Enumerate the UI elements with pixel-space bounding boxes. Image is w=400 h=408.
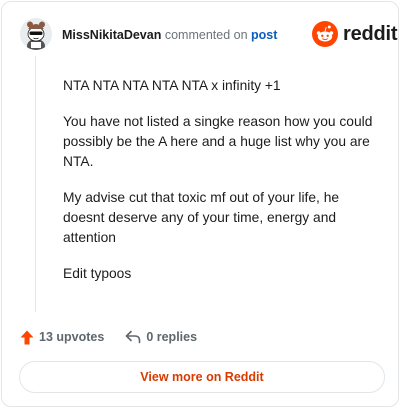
comment-paragraph: Edit typoos — [63, 266, 132, 281]
reddit-logo[interactable]: reddit — [312, 21, 398, 47]
comment-paragraph: You have not listed a singke reason how … — [63, 114, 373, 169]
commented-on-text: commented on — [164, 28, 248, 42]
post-link[interactable]: post — [251, 28, 277, 42]
reply-count: 0 replies — [146, 330, 198, 344]
comment-actions: 13 upvotes 0 replies — [20, 326, 197, 348]
upvote-button[interactable]: 13 upvotes — [20, 330, 104, 345]
snoo-avatar-icon — [20, 18, 52, 50]
reply-arrow-icon — [126, 330, 141, 344]
reply-button[interactable]: 0 replies — [125, 330, 197, 344]
comment-paragraph: My advise cut that toxic mf out of your … — [63, 190, 340, 245]
comment-body: NTA NTA NTA NTA NTA x infinity +1 You ha… — [63, 76, 383, 300]
reddit-wordmark: reddit — [343, 22, 398, 45]
thread-line — [35, 56, 36, 312]
view-more-button[interactable]: View more on Reddit — [19, 361, 385, 393]
user-avatar[interactable] — [20, 18, 52, 50]
comment-paragraph: NTA NTA NTA NTA NTA x infinity +1 — [63, 78, 281, 93]
upvote-count: 13 upvotes — [39, 330, 105, 344]
comment-header: MissNikitaDevan commented on post — [62, 28, 277, 42]
reddit-embed-card: MissNikitaDevan commented on post reddit… — [1, 1, 399, 407]
upvote-arrow-icon — [20, 330, 34, 344]
username-link[interactable]: MissNikitaDevan — [62, 28, 161, 42]
reddit-logo-icon — [312, 21, 338, 47]
